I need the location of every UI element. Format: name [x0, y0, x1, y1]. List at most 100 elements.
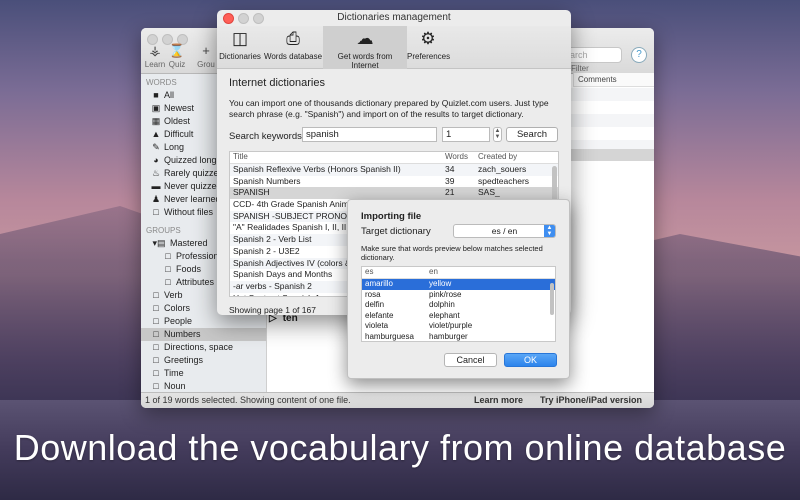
page-number-input[interactable]: 1 — [442, 127, 490, 142]
sidebar-item-label: Newest — [164, 103, 195, 113]
tab-dictionaries[interactable]: ◫ Dictionaries — [217, 26, 263, 69]
sidebar-item-label: Numbers — [164, 329, 201, 339]
gear-icon: ⚙ — [420, 29, 436, 48]
dialog-title: Importing file — [361, 211, 422, 222]
search-keywords-input[interactable]: spanish — [302, 127, 437, 142]
sidebar-item-label: People — [164, 316, 193, 326]
sidebar-item-label: Noun — [164, 381, 186, 391]
results-header: Title Words Created by — [230, 152, 558, 164]
sidebar-item-label: Attributes — [176, 277, 215, 287]
file-icon: □ — [165, 264, 171, 274]
learn-icon: ⚶ — [149, 43, 161, 58]
comments-column-header[interactable]: Comments — [573, 73, 654, 87]
table-cell: elephant — [429, 310, 460, 320]
learn-more-link[interactable]: Learn more — [474, 393, 523, 408]
table-cell: 39 — [445, 175, 455, 186]
quiz-button[interactable]: ⌛ Quiz — [166, 44, 188, 70]
learn-button[interactable]: ⚶ Learn — [144, 43, 166, 70]
tab-label: Get words from Internet — [337, 52, 393, 70]
sidebar-item-label: Greetings — [164, 355, 204, 365]
iphone-version-link[interactable]: Try iPhone/iPad version — [540, 393, 642, 408]
search-input[interactable]: arch — [566, 47, 622, 63]
book-icon: ■ — [153, 90, 159, 100]
file-icon: □ — [165, 251, 171, 261]
table-row[interactable]: Spanish Numbers 39 spedteachers — [230, 176, 558, 188]
preview-table[interactable]: es en amarillo yellow rosa pink/rose delfin d… — [361, 266, 556, 342]
sidebar-item-group[interactable]: □ Directions, space — [141, 341, 266, 354]
tab-label: Words database — [263, 52, 323, 61]
calendar-icon: ▦ — [151, 116, 161, 126]
preview-header: es en — [362, 267, 555, 279]
column-created-by[interactable]: Created by — [478, 152, 548, 161]
table-cell: Spanish Numbers — [233, 175, 301, 186]
window-title: Dictionaries management — [337, 12, 451, 23]
preview-row[interactable]: violeta violet/purple — [362, 321, 555, 332]
search-button[interactable]: Search — [506, 127, 558, 142]
file-icon: □ — [165, 277, 171, 287]
groups-button[interactable]: + Grou — [195, 44, 217, 70]
tab-get-words-from-internet[interactable]: ☁ Get words from Internet — [323, 26, 407, 70]
table-row[interactable]: Spanish Reflexive Verbs (Honors Spanish … — [230, 164, 558, 176]
file-icon: □ — [153, 316, 159, 326]
importing-file-dialog: Importing file Target dictionary es / en… — [347, 199, 570, 379]
target-dictionary-select[interactable]: es / en ▲ ▼ — [453, 224, 556, 238]
sidebar-item-label: Without files — [164, 207, 214, 217]
file-icon: □ — [153, 207, 159, 217]
tab-label: Preferences — [407, 52, 451, 61]
sidebar-item-label: Mastered — [170, 238, 208, 248]
car-icon: ▬ — [151, 181, 161, 191]
tab-preferences[interactable]: ⚙ Preferences — [407, 26, 451, 69]
tab-label: Dictionaries — [219, 52, 261, 61]
sidebar-item-label: Colors — [164, 303, 191, 313]
sidebar-item-label: Rarely quizzed — [164, 168, 224, 178]
status-text: 1 of 19 words selected. Showing content … — [145, 395, 351, 405]
file-icon: □ — [153, 342, 159, 352]
sidebar-item-group[interactable]: □ Time — [141, 367, 266, 380]
column-words[interactable]: Words — [445, 152, 475, 161]
sidebar-item-group[interactable]: □ People — [141, 315, 266, 328]
target-dictionary-label: Target dictionary — [361, 226, 431, 237]
preview-row[interactable]: delfin dolphin — [362, 300, 555, 311]
warning-icon: ▲ — [151, 129, 161, 139]
sidebar-item-label: Never learned — [164, 194, 221, 204]
pencil-icon: ✎ — [152, 142, 160, 152]
table-cell: violeta — [365, 321, 389, 331]
help-button[interactable]: ? — [631, 47, 647, 63]
file-icon: □ — [153, 303, 159, 313]
sidebar-item-label: Directions, space — [164, 342, 234, 352]
new-icon: ▣ — [151, 103, 161, 113]
sidebar-item-group[interactable]: □ Numbers — [141, 328, 266, 341]
person-icon: ♟ — [151, 194, 161, 204]
chevron-updown-icon: ▲ ▼ — [544, 225, 555, 237]
cancel-button[interactable]: Cancel — [444, 353, 497, 367]
page-stepper[interactable]: ▲ ▼ — [493, 127, 502, 142]
preview-scrollbar[interactable] — [550, 283, 554, 315]
flame-icon: ♨ — [151, 168, 161, 178]
table-cell: yellow — [429, 279, 452, 288]
table-cell: amarillo — [365, 279, 394, 288]
sidebar-item-group[interactable]: □ Greetings — [141, 354, 266, 367]
ok-button[interactable]: OK — [504, 353, 557, 367]
folder-icon: ▾▤ — [152, 238, 166, 248]
tab-words-database[interactable]: ⎙ Words database — [263, 26, 323, 69]
sidebar-item-label: Verb — [164, 290, 183, 300]
preview-row[interactable]: amarillo yellow — [362, 279, 555, 290]
page-indicator: Showing page 1 of 167 — [229, 305, 316, 315]
table-row[interactable]: SPANISH 21 SAS_ — [230, 187, 558, 200]
table-cell: dolphin — [429, 300, 455, 310]
preview-row[interactable]: rosa pink/rose — [362, 290, 555, 301]
dictionaries-toolbar: ◫ Dictionaries ⎙ Words database ☁ Get wo… — [217, 26, 571, 70]
panel-description: You can import one of thousands dictiona… — [229, 98, 549, 119]
learn-label: Learn — [144, 60, 166, 69]
sidebar-item-label: Oldest — [164, 116, 191, 126]
column-en[interactable]: en — [429, 267, 438, 276]
table-cell: hamburguesa — [365, 331, 414, 341]
column-title[interactable]: Title — [233, 152, 441, 161]
search-keywords-label: Search keywords — [229, 131, 302, 142]
preview-row[interactable]: elefante elephant — [362, 311, 555, 322]
groups-label: Grou — [197, 60, 215, 69]
preview-row[interactable]: hamburguesa hamburger — [362, 331, 555, 341]
panel-heading: Internet dictionaries — [229, 77, 325, 89]
column-es[interactable]: es — [365, 267, 373, 276]
target-dictionary-value: es / en — [491, 226, 518, 236]
